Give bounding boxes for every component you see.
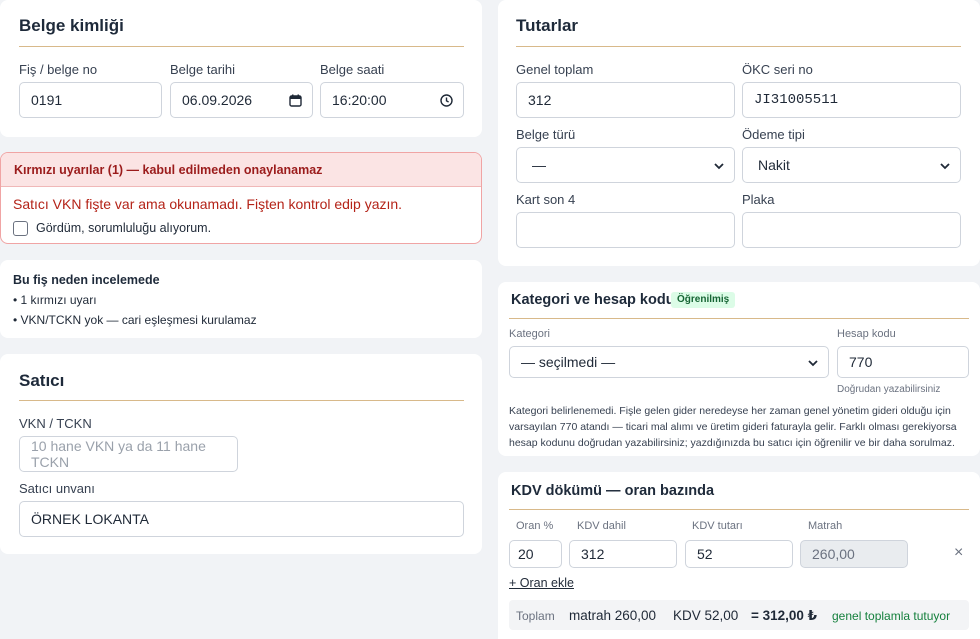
satici-card: Satıcı VKN / TCKN 10 hane VKN ya da 11 h… (0, 354, 482, 554)
oran-input[interactable]: 20 (509, 540, 562, 568)
plaka-label: Plaka (742, 192, 775, 207)
chevron-down-icon (807, 356, 819, 368)
remove-row-button[interactable]: × (954, 544, 963, 562)
kategori-select[interactable]: — seçilmedi — (509, 346, 829, 378)
kdv-dahil-input[interactable]: 312 (569, 540, 677, 568)
saat-label: Belge saati (320, 62, 385, 77)
kdv-tutar-input[interactable]: 52 (685, 540, 793, 568)
toplam-label: Toplam (516, 609, 555, 623)
unvan-value: ÖRNEK LOKANTA (31, 511, 149, 527)
kdv-tutar-value: 52 (697, 546, 713, 562)
inceleme-item: • 1 kırmızı uyarı (13, 293, 97, 307)
kategori-card: Kategori ve hesap kodu Öğrenilmiş Katego… (498, 282, 980, 456)
okc-label: ÖKC seri no (742, 62, 813, 77)
belge-kimligi-card: Belge kimliği Fiş / belge no 0191 Belge … (0, 0, 482, 137)
tarih-label: Belge tarihi (170, 62, 236, 77)
kategori-value: — seçilmedi — (521, 354, 616, 370)
kategori-title: Kategori ve hesap kodu (511, 292, 675, 308)
kdv-card: KDV dökümü — oran bazında Oran % KDV dah… (498, 472, 980, 639)
toplam-kdv: KDV 52,00 (673, 608, 739, 623)
divider (509, 509, 969, 510)
belge-turu-label: Belge türü (516, 127, 576, 142)
fis-input[interactable]: 0191 (19, 82, 162, 118)
inceleme-item: • VKN/TCKN yok — cari eşleşmesi kurulama… (13, 313, 257, 327)
belge-turu-value: — (532, 157, 546, 173)
col-tutar-header: KDV tutarı (692, 520, 743, 532)
kdv-dahil-value: 312 (581, 546, 605, 562)
unvan-input[interactable]: ÖRNEK LOKANTA (19, 501, 464, 537)
tarih-input[interactable]: 06.09.2026 (170, 82, 313, 118)
tutarlar-card: Tutarlar Genel toplam 312 ÖKC seri no JI… (498, 0, 980, 266)
hesap-input[interactable]: 770 (837, 346, 969, 378)
inceleme-title: Bu fiş neden incelemede (13, 273, 160, 287)
satici-title: Satıcı (19, 371, 65, 390)
toplam-matrah: matrah 260,00 (569, 608, 657, 623)
divider (19, 46, 464, 47)
saat-input[interactable]: 16:20:00 (320, 82, 464, 118)
toplam-total: = 312,00 ₺ (751, 608, 818, 623)
divider (509, 318, 969, 319)
genel-toplam-input[interactable]: 312 (516, 82, 735, 118)
tarih-value: 06.09.2026 (182, 92, 253, 108)
kdv-title: KDV dökümü — oran bazında (511, 483, 715, 499)
col-dahil-header: KDV dahil (577, 520, 626, 532)
odeme-select[interactable]: Nakit (742, 147, 961, 183)
genel-toplam-label: Genel toplam (516, 62, 594, 77)
matrah-input: 260,00 (800, 540, 908, 568)
vkn-label: VKN / TCKN (19, 416, 92, 431)
kategori-label: Kategori (509, 328, 550, 340)
red-warning-card: Kırmızı uyarılar (1) — kabul edilmeden o… (0, 152, 482, 244)
okc-value: JI31005511 (754, 92, 839, 108)
odeme-label: Ödeme tipi (742, 127, 805, 142)
col-matrah-header: Matrah (808, 520, 843, 532)
calendar-icon[interactable] (288, 93, 302, 107)
red-warning-message: Satıcı VKN fişte var ama okunamadı. Fişt… (13, 196, 403, 212)
kategori-note-line: hesap kodunu doğrudan yazabilirsiniz; ya… (509, 437, 955, 449)
kategori-note-line: varsayılan 770 atandı — ticari mal alımı… (509, 421, 957, 433)
genel-toplam-value: 312 (528, 92, 552, 108)
plaka-input[interactable] (742, 212, 961, 248)
saat-value: 16:20:00 (332, 92, 387, 108)
oran-value: 20 (518, 546, 534, 562)
red-warning-title: Kırmızı uyarılar (1) — kabul edilmeden o… (14, 163, 323, 177)
chevron-down-icon (939, 159, 951, 171)
tutarlar-title: Tutarlar (516, 16, 579, 35)
hesap-label: Hesap kodu (837, 328, 896, 340)
unvan-label: Satıcı unvanı (19, 481, 95, 496)
add-rate-link[interactable]: + Oran ekle (509, 576, 574, 590)
divider (516, 46, 961, 47)
divider (19, 400, 464, 401)
odeme-value: Nakit (758, 157, 790, 173)
inceleme-card: Bu fiş neden incelemede • 1 kırmızı uyar… (0, 260, 482, 338)
clock-icon[interactable] (439, 93, 453, 107)
red-warning-header: Kırmızı uyarılar (1) — kabul edilmeden o… (1, 153, 481, 187)
toplam-status: genel toplamla tutuyor (832, 609, 951, 623)
chevron-down-icon (713, 159, 725, 171)
vkn-placeholder: 10 hane VKN ya da 11 hane TCKN (31, 438, 206, 470)
okc-input[interactable]: JI31005511 (742, 82, 961, 118)
col-oran-header: Oran % (516, 520, 554, 532)
accept-checkbox-label[interactable]: Gördüm, sorumluluğu alıyorum. (36, 221, 211, 235)
accept-checkbox[interactable] (13, 221, 28, 236)
learned-badge: Öğrenilmiş (671, 292, 736, 308)
totals-bar: Toplam matrah 260,00 KDV 52,00 = 312,00 … (509, 600, 969, 630)
belge-kimligi-title: Belge kimliği (19, 16, 124, 35)
fis-label: Fiş / belge no (19, 62, 98, 77)
kart-label: Kart son 4 (516, 192, 576, 207)
matrah-value: 260,00 (812, 546, 855, 562)
vkn-input[interactable]: 10 hane VKN ya da 11 hane TCKN (19, 436, 238, 472)
hesap-value: 770 (849, 354, 873, 370)
kategori-note-line: Kategori belirlenemedi. Fişle gelen gide… (509, 405, 951, 417)
belge-turu-select[interactable]: — (516, 147, 735, 183)
kart-input[interactable] (516, 212, 735, 248)
hesap-hint: Doğrudan yazabilirsiniz (837, 384, 941, 395)
fis-value: 0191 (31, 92, 63, 108)
